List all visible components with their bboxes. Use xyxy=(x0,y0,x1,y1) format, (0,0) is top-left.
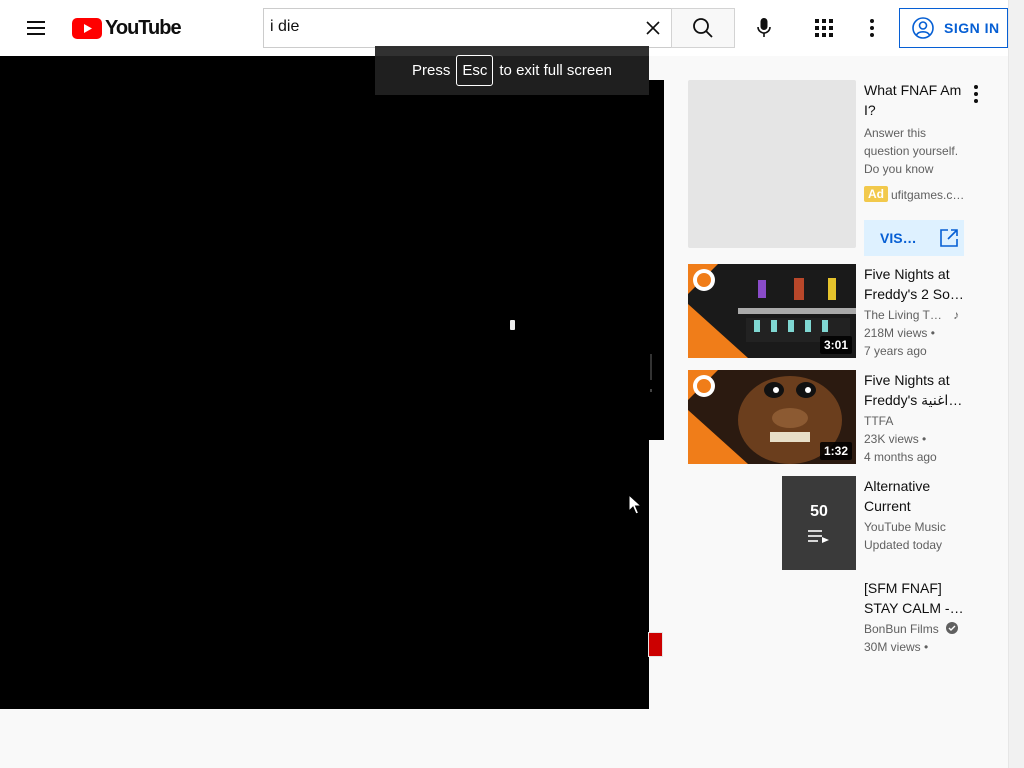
video-title[interactable]: [SFM FNAF] STAY CALM -… xyxy=(864,578,964,618)
ad-title-line: What FNAF Am xyxy=(864,82,962,98)
logo-text: YouTube xyxy=(105,16,182,39)
channel-name[interactable]: The Living T… ♪ xyxy=(864,308,959,322)
playlist-title-line: Alternative xyxy=(864,478,931,494)
video-player[interactable] xyxy=(0,56,649,709)
ad-domain: ufitgames.c… xyxy=(891,188,965,202)
guide-menu-button[interactable] xyxy=(22,14,50,42)
video-duration: 1:32 xyxy=(819,442,852,460)
player-edge-line xyxy=(650,354,652,380)
page-scrollbar[interactable] xyxy=(1008,0,1024,768)
external-link-icon xyxy=(939,229,958,247)
youtube-play-icon xyxy=(72,17,102,39)
promoted-ad-card[interactable]: What FNAF Am I? Answer this question you… xyxy=(688,80,1008,256)
view-count: 30M views • xyxy=(864,640,929,654)
player-edge-dot xyxy=(650,389,652,392)
verified-badge-icon xyxy=(946,622,959,634)
ad-title-line: I? xyxy=(864,102,876,118)
ad-title[interactable]: What FNAF Am I? xyxy=(864,80,969,120)
visit-label: VIS… xyxy=(880,230,917,246)
loading-spinner-icon xyxy=(510,320,515,330)
toast-rest-text: to exit full screen xyxy=(499,62,612,79)
channel-name-text: BonBun Films xyxy=(864,622,939,636)
ad-desc-line: Do you know Fiv… xyxy=(864,162,934,176)
channel-name-text: The Living T… xyxy=(864,308,942,322)
music-note-icon: ♪ xyxy=(953,308,960,322)
account-icon xyxy=(912,17,934,39)
menu-icon-bar xyxy=(27,27,45,29)
clear-search-button[interactable] xyxy=(640,15,666,41)
menu-icon-bar xyxy=(27,21,45,23)
apps-grid-icon xyxy=(815,19,833,37)
view-count: 218M views • xyxy=(864,326,935,340)
settings-more-button[interactable] xyxy=(858,14,886,42)
view-count: 23K views • xyxy=(864,432,927,446)
subscribe-button-edge[interactable] xyxy=(648,632,663,657)
video-title-line: STAY CALM -… xyxy=(864,600,964,616)
toast-press-text: Press xyxy=(412,62,451,79)
ad-badge: Ad xyxy=(864,186,888,202)
playlist-title[interactable]: Alternative Current xyxy=(864,476,964,516)
updated-text: Updated today xyxy=(864,538,943,552)
esc-key-badge: Esc xyxy=(456,55,494,86)
ad-more-button[interactable] xyxy=(968,84,984,104)
visit-site-button[interactable]: VIS… xyxy=(864,220,964,256)
video-duration: 3:01 xyxy=(819,336,852,354)
recommendation-item[interactable]: 1:32 Five Nights at Freddy's اغنية I… TT… xyxy=(688,370,1008,464)
fullscreen-toast: Press Esc to exit full screen xyxy=(375,46,649,95)
upload-age: 4 months ago xyxy=(864,450,937,464)
video-thumbnail[interactable]: 1:32 xyxy=(688,370,856,464)
recommendation-item[interactable]: [SFM FNAF] STAY CALM -… BonBun Films 30M… xyxy=(688,578,1008,672)
recommendation-item[interactable]: Alternative Current YouTube Music Update… xyxy=(688,476,1008,570)
ad-desc-line: question yourself. xyxy=(864,144,959,158)
video-player-edge xyxy=(649,80,664,440)
sign-in-label: SIGN IN xyxy=(944,20,1000,36)
dot xyxy=(974,99,978,103)
ad-thumbnail[interactable] xyxy=(688,80,856,248)
close-icon xyxy=(646,21,660,35)
search-icon xyxy=(693,18,713,38)
channel-name[interactable]: TTFA xyxy=(864,414,893,428)
recommendation-item[interactable]: 3:01 Five Nights at Freddy's 2 So… The L… xyxy=(688,264,1008,358)
microphone-icon xyxy=(757,18,771,37)
mouse-cursor-icon xyxy=(628,494,642,515)
search-box[interactable] xyxy=(263,8,672,48)
video-thumbnail[interactable]: 3:01 xyxy=(688,264,856,358)
sign-in-button[interactable]: SIGN IN xyxy=(899,8,1008,48)
voice-search-button[interactable] xyxy=(750,14,778,42)
ad-desc-line: Answer this xyxy=(864,126,927,140)
video-title[interactable]: Five Nights at Freddy's اغنية I… xyxy=(864,370,964,410)
channel-name[interactable]: BonBun Films xyxy=(864,622,959,636)
dot xyxy=(974,85,978,89)
menu-icon-bar xyxy=(27,33,45,35)
channel-name[interactable]: YouTube Music xyxy=(864,520,946,534)
apps-button[interactable] xyxy=(810,14,838,42)
video-title[interactable]: Five Nights at Freddy's 2 So… xyxy=(864,264,964,304)
playlist-title-line: Current xyxy=(864,498,911,514)
ad-description: Answer this question yourself. Do you kn… xyxy=(864,124,964,178)
video-title-line: Five Nights at xyxy=(864,372,950,388)
dot xyxy=(974,92,978,96)
search-input[interactable]: i die xyxy=(270,18,299,36)
more-vertical-icon xyxy=(870,19,874,37)
search-button[interactable] xyxy=(671,8,735,48)
video-title-line: [SFM FNAF] xyxy=(864,580,942,596)
video-title-line: Five Nights at xyxy=(864,266,950,282)
youtube-logo[interactable]: YouTube xyxy=(72,16,182,39)
upload-age: 7 years ago xyxy=(864,344,927,358)
video-title-line: Freddy's اغنية I… xyxy=(864,392,964,408)
video-title-line: Freddy's 2 So… xyxy=(864,286,964,302)
